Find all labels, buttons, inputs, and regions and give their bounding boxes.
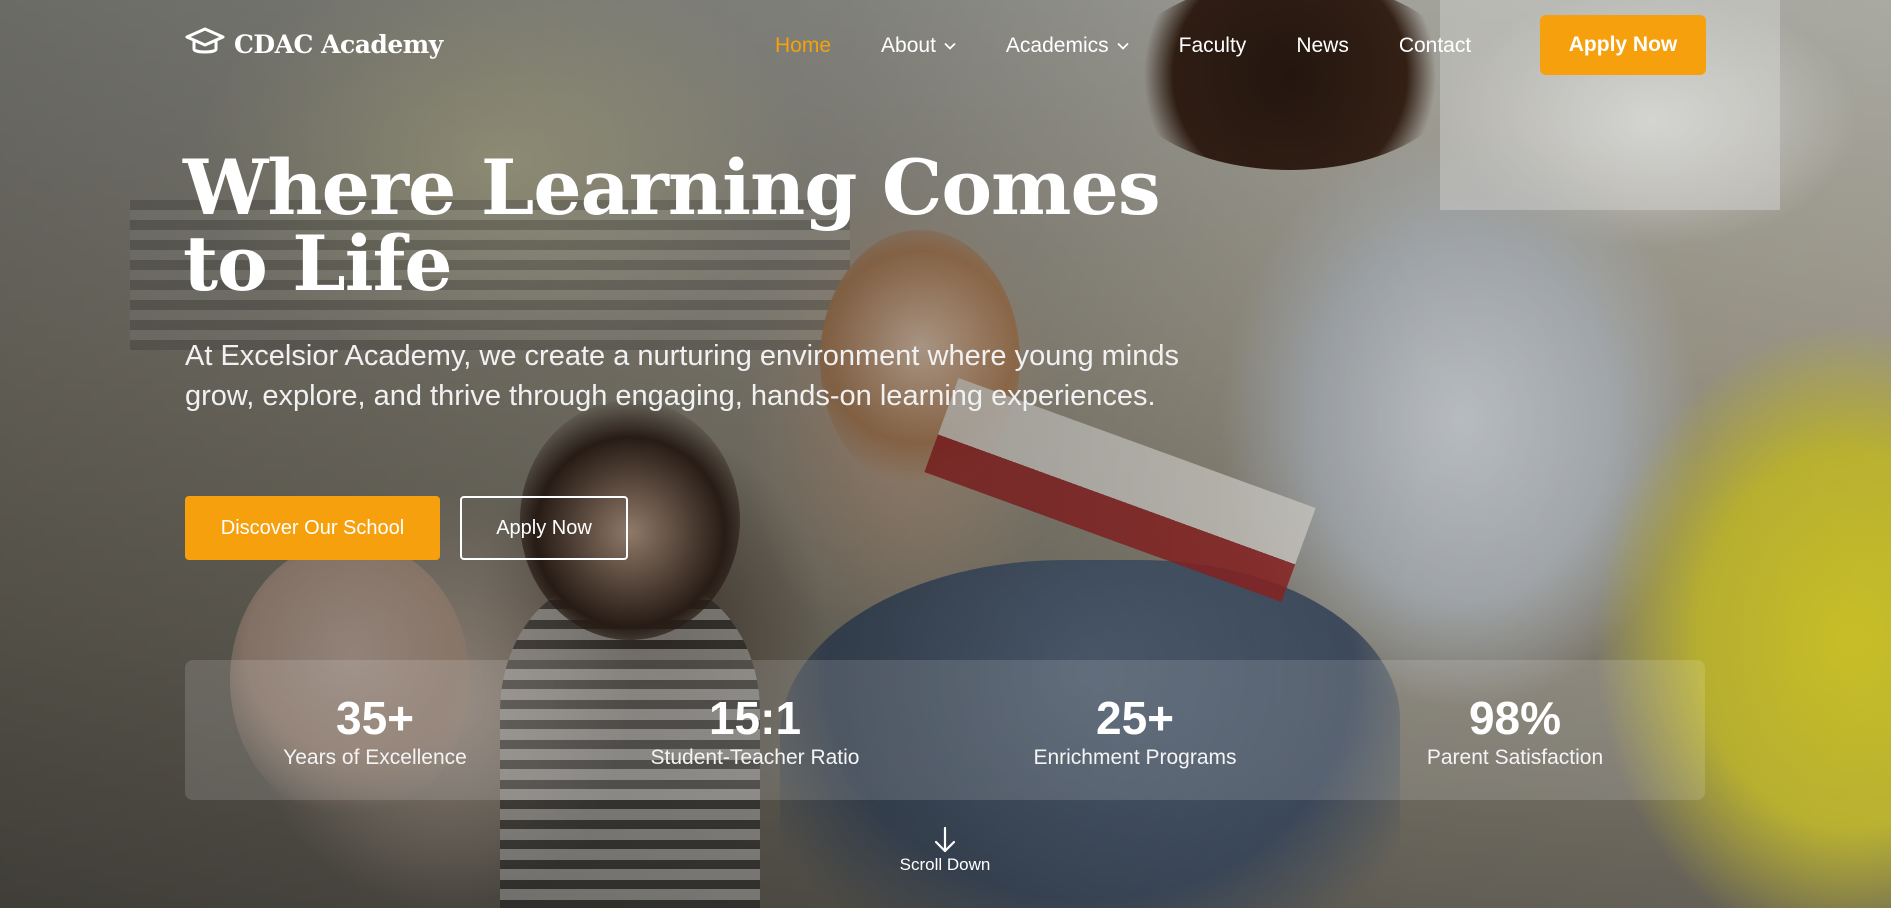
arrow-down-icon bbox=[934, 826, 956, 853]
brand-logo[interactable]: CDAC Academy bbox=[185, 26, 443, 63]
nav-item-faculty[interactable]: Faculty bbox=[1179, 34, 1247, 58]
site-header: CDAC Academy Home About Academics Facult… bbox=[0, 0, 1891, 90]
nav-item-news[interactable]: News bbox=[1296, 34, 1349, 58]
stat-parent-satisfaction: 98% Parent Satisfaction bbox=[1325, 660, 1705, 800]
hero-subtitle: At Excelsior Academy, we create a nurtur… bbox=[185, 340, 1180, 412]
stat-student-teacher-ratio: 15:1 Student-Teacher Ratio bbox=[565, 660, 945, 800]
stat-value: 25+ bbox=[1095, 692, 1175, 744]
nav-item-academics[interactable]: Academics bbox=[1006, 34, 1129, 58]
stat-label: Parent Satisfaction bbox=[1426, 746, 1604, 769]
nav-item-about[interactable]: About bbox=[881, 34, 956, 58]
discover-school-button[interactable]: Discover Our School bbox=[185, 496, 440, 560]
stat-value: 98% bbox=[1468, 692, 1562, 744]
chevron-down-icon bbox=[944, 42, 956, 50]
scroll-down-link[interactable]: Scroll Down bbox=[885, 826, 1005, 875]
header-apply-now-button[interactable]: Apply Now bbox=[1540, 15, 1706, 75]
brand-name: CDAC Academy bbox=[234, 30, 443, 59]
nav-item-contact[interactable]: Contact bbox=[1399, 34, 1471, 58]
stats-panel: 35+ Years of Excellence 15:1 Student-Tea… bbox=[185, 660, 1705, 800]
graduation-cap-icon bbox=[185, 26, 225, 63]
hero-title: Where Learning Comes to Life bbox=[183, 143, 1161, 308]
stat-value: 35+ bbox=[335, 692, 415, 744]
stat-enrichment-programs: 25+ Enrichment Programs bbox=[945, 660, 1325, 800]
stat-value: 15:1 bbox=[708, 692, 802, 744]
stat-label: Years of Excellence bbox=[283, 746, 467, 769]
stat-years-excellence: 35+ Years of Excellence bbox=[185, 660, 565, 800]
nav-item-home[interactable]: Home bbox=[775, 34, 831, 58]
stat-label: Student-Teacher Ratio bbox=[650, 746, 860, 769]
stat-label: Enrichment Programs bbox=[1033, 746, 1237, 769]
chevron-down-icon bbox=[1116, 42, 1129, 50]
hero-apply-now-button[interactable]: Apply Now bbox=[460, 496, 628, 560]
main-nav: Home About Academics Faculty News Contac… bbox=[775, 34, 1521, 58]
scroll-down-label: Scroll Down bbox=[899, 855, 991, 874]
